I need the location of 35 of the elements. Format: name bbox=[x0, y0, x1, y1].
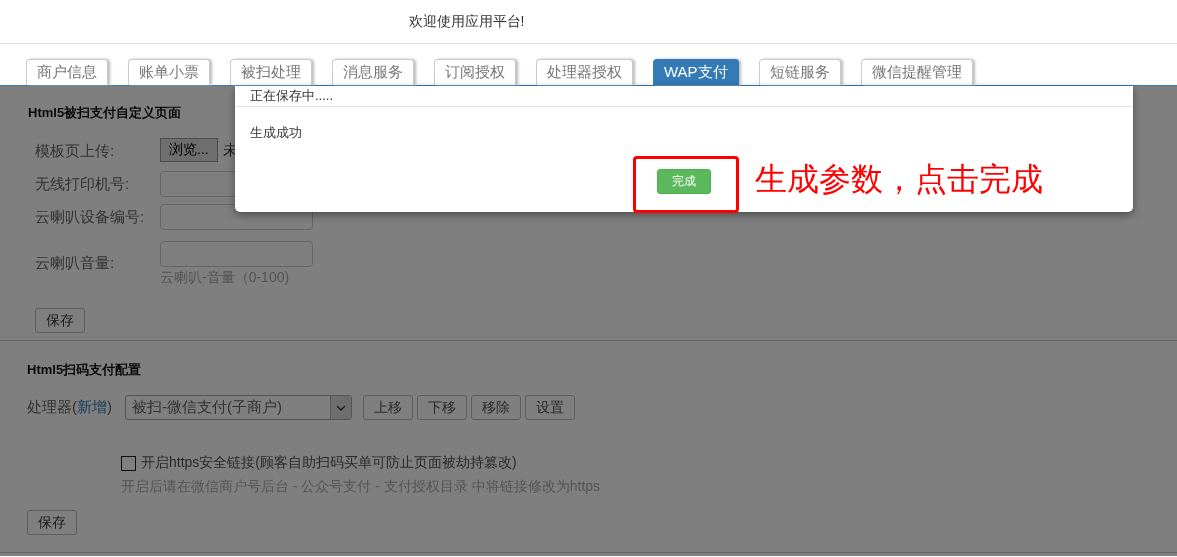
section-title: Html5被扫支付自定义页面 bbox=[28, 104, 183, 122]
save-button[interactable]: 保存 bbox=[27, 510, 77, 535]
field-label: 云喇叭音量: bbox=[35, 253, 116, 273]
processor-select[interactable]: 被扫-微信支付(子商户) bbox=[125, 395, 352, 420]
dialog-title: 正在保存中..... bbox=[250, 88, 334, 104]
browse-button[interactable]: 浏览... bbox=[160, 138, 218, 162]
action-button[interactable]: 下移 bbox=[417, 395, 467, 420]
tab[interactable]: 账单小票 bbox=[128, 59, 210, 85]
tab[interactable]: 处理器授权 bbox=[536, 59, 633, 85]
field-label: 模板页上传: bbox=[35, 141, 116, 161]
input-field[interactable] bbox=[160, 241, 313, 267]
tab[interactable]: 消息服务 bbox=[332, 59, 414, 85]
caret-icon bbox=[336, 404, 346, 411]
welcome-text: 欢迎使用应用平台! bbox=[408, 12, 525, 31]
tab[interactable]: 商户信息 bbox=[26, 59, 108, 85]
tab[interactable]: 短链服务 bbox=[758, 59, 841, 85]
action-button[interactable]: 设置 bbox=[525, 395, 575, 420]
section-title: Html5扫码支付配置 bbox=[27, 361, 143, 379]
annotation-text: 生成参数，点击完成 bbox=[755, 160, 1043, 199]
tab[interactable]: 微信提醒管理 bbox=[860, 59, 973, 85]
dialog-message: 生成成功 bbox=[249, 124, 303, 142]
tab[interactable]: 被扫处理 bbox=[230, 59, 312, 85]
tab[interactable]: 订阅授权 bbox=[434, 59, 516, 85]
field-label: 无线打印机号: bbox=[35, 174, 131, 194]
checkbox-label: 开启https安全链接(顾客自助扫码买单可防止页面被劫持篡改) bbox=[141, 454, 517, 472]
checkbox[interactable] bbox=[121, 455, 136, 471]
done-button[interactable]: 完成 bbox=[657, 169, 711, 194]
save-button[interactable]: 保存 bbox=[35, 308, 85, 333]
action-button[interactable]: 移除 bbox=[471, 395, 521, 420]
action-button[interactable]: 上移 bbox=[363, 395, 413, 420]
field-label: 处理器( bbox=[27, 398, 77, 415]
add-link[interactable]: 新增 bbox=[77, 398, 107, 415]
field-label: ) bbox=[107, 398, 112, 415]
field-label: 云喇叭设备编号: bbox=[35, 207, 146, 227]
tab[interactable]: WAP支付 bbox=[653, 59, 739, 85]
